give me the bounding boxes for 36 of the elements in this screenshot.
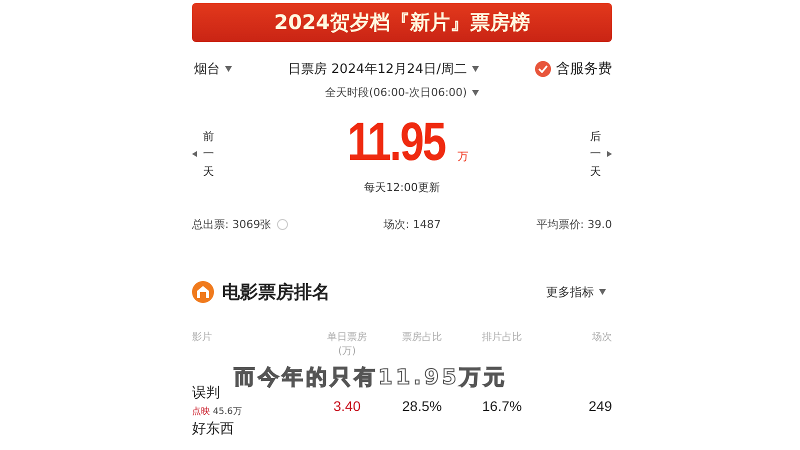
share-cell: 16.7% bbox=[482, 398, 522, 414]
box-office-total: 11.95 bbox=[348, 114, 446, 170]
checkbox-icon[interactable] bbox=[535, 61, 551, 77]
caret-icon bbox=[472, 90, 479, 96]
period-dropdown[interactable]: 全天时段(06:00-次日06:00) bbox=[325, 85, 479, 100]
preview-gross: 点映 45.6万 bbox=[192, 406, 242, 418]
shows-cell: 249 bbox=[588, 398, 612, 414]
stat-label: 场次: 1487 bbox=[384, 216, 441, 232]
stat-label: 平均票价: 39.0 bbox=[536, 216, 612, 232]
more-metrics-dropdown[interactable]: 更多指标 bbox=[546, 284, 606, 300]
banner[interactable]: 2024贺岁档『新片』票房榜 bbox=[192, 3, 612, 42]
column-header: 单日票房 (万) bbox=[326, 330, 368, 359]
service-fee-toggle[interactable]: 含服务费 bbox=[535, 60, 612, 78]
movie-title[interactable]: 误判 bbox=[192, 384, 220, 402]
column-header: 票房占比 bbox=[401, 330, 443, 345]
right-arrow-icon bbox=[607, 151, 612, 157]
house-icon bbox=[192, 281, 214, 303]
column-header: 场次 bbox=[591, 331, 612, 345]
stat-label: 总出票: 3069张 bbox=[192, 216, 272, 232]
box-office-cell: 3.40 bbox=[333, 398, 361, 414]
caption-text: 而今年的只有11.95万元 bbox=[234, 366, 508, 388]
date-dropdown[interactable]: 日票房 2024年12月24日/周二 bbox=[288, 60, 479, 78]
previous-day-button[interactable]: 前一天 bbox=[192, 128, 214, 180]
caret-icon bbox=[472, 66, 479, 72]
next-day-button[interactable]: 后一天 bbox=[590, 128, 612, 180]
caret-icon bbox=[599, 289, 606, 295]
city-dropdown[interactable]: 烟台 bbox=[194, 60, 232, 78]
caret-icon bbox=[225, 66, 232, 72]
column-header: 影片 bbox=[192, 330, 213, 345]
update-note: 每天12:00更新 bbox=[364, 180, 440, 194]
section-title: 电影票房排名 bbox=[222, 281, 331, 304]
unit-label: 万 bbox=[458, 148, 469, 164]
column-header: 排片占比 bbox=[481, 330, 523, 345]
share-cell: 28.5% bbox=[402, 398, 442, 414]
left-arrow-icon bbox=[192, 151, 197, 157]
movie-title[interactable]: 好东西 bbox=[192, 420, 234, 438]
